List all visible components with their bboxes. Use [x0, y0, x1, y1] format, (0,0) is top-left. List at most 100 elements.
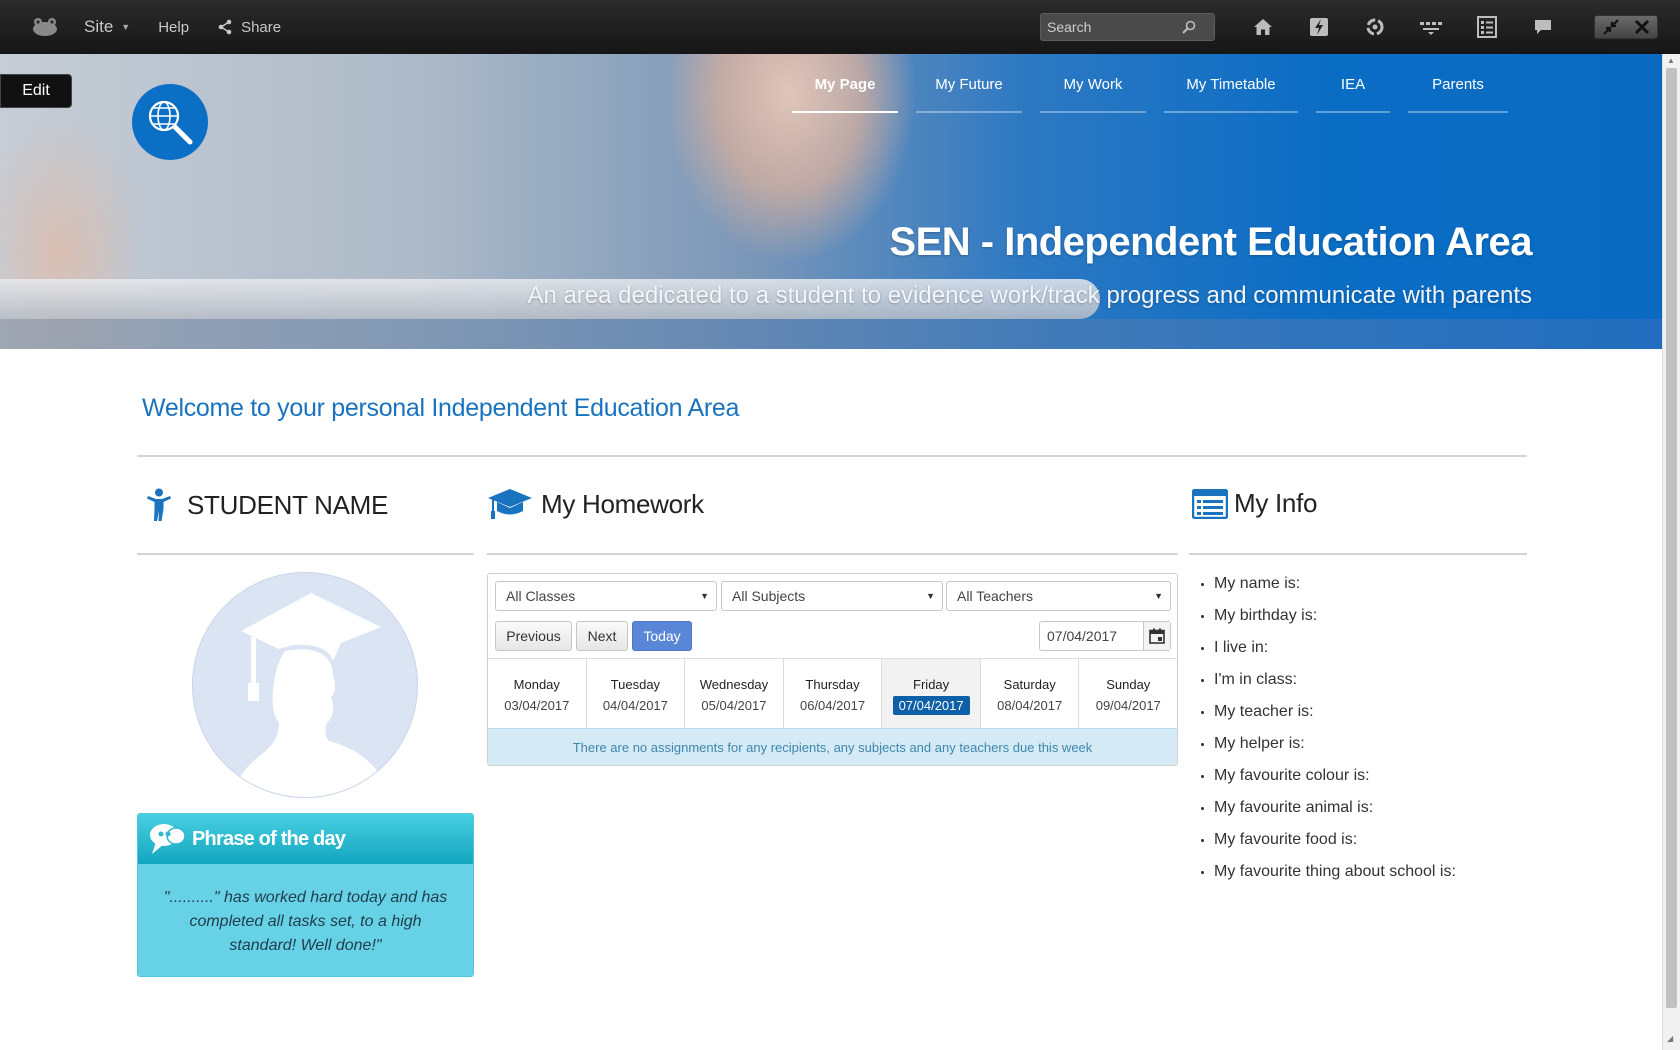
next-button[interactable]: Next — [576, 621, 628, 651]
divider — [1189, 553, 1527, 555]
checklist-button[interactable] — [1459, 0, 1515, 54]
banner-subtitle: An area dedicated to a student to eviden… — [527, 282, 1532, 309]
day-date: 08/04/2017 — [997, 698, 1063, 713]
list-item: My favourite thing about school is: — [1214, 856, 1456, 888]
list-item: I'm in class: — [1214, 664, 1456, 696]
banner-title: SEN - Independent Education Area — [889, 220, 1532, 264]
edit-button[interactable]: Edit — [0, 74, 72, 108]
lightning-icon — [1310, 18, 1328, 36]
scroll-up-arrow-icon[interactable]: ▲ — [1667, 56, 1675, 65]
sync-icon — [1366, 18, 1384, 36]
info-list: My name is: My birthday is: I live in: I… — [1196, 568, 1456, 888]
home-button[interactable] — [1235, 0, 1291, 54]
nav-my-work[interactable]: My Work — [1040, 76, 1146, 113]
week-days-row: Monday 03/04/2017 Tuesday 04/04/2017 Wedne… — [488, 658, 1177, 728]
homework-title: My Homework — [541, 488, 704, 519]
date-picker[interactable]: 07/04/2017 — [1039, 621, 1171, 651]
day-name: Tuesday — [610, 677, 661, 692]
divider — [137, 553, 474, 555]
search-icon[interactable] — [1181, 19, 1197, 35]
resize-grip-icon: ◢ — [1667, 1034, 1674, 1043]
home-icon — [1254, 19, 1272, 35]
help-label: Help — [158, 18, 190, 36]
student-name: STUDENT NAME — [187, 489, 389, 520]
day-cell-thursday[interactable]: Thursday 06/04/2017 — [784, 659, 883, 728]
info-title: My Info — [1234, 488, 1318, 518]
day-name: Thursday — [805, 677, 860, 692]
day-cell-friday[interactable]: Friday 07/04/2017 — [882, 659, 981, 728]
info-heading: My Info — [1192, 488, 1317, 519]
chat-button[interactable] — [1515, 0, 1571, 54]
classes-select[interactable]: All Classes ▼ — [495, 581, 717, 611]
day-date: 09/04/2017 — [1095, 698, 1161, 713]
today-button[interactable]: Today — [632, 621, 692, 651]
phrase-of-the-day-card: Phrase of the day ".........." has worke… — [137, 813, 474, 977]
day-date: 06/04/2017 — [799, 698, 866, 713]
lightning-button[interactable] — [1291, 0, 1347, 54]
help-link[interactable]: Help — [158, 19, 189, 36]
day-name: Monday — [513, 677, 560, 692]
day-name: Sunday — [1106, 677, 1151, 692]
calendar-button[interactable] — [1143, 622, 1170, 650]
teachers-select[interactable]: All Teachers ▼ — [946, 581, 1171, 611]
student-heading: STUDENT NAME — [145, 488, 388, 522]
edit-label: Edit — [22, 82, 50, 99]
globe-magnifier-icon — [148, 100, 193, 145]
toolbar-icons — [1235, 0, 1571, 54]
dropdown-arrow-icon: ▼ — [926, 591, 935, 601]
nav-label: IEA — [1340, 76, 1366, 93]
header-banner: Edit My Page My Future My Work My Timeta… — [0, 54, 1662, 349]
subjects-select[interactable]: All Subjects ▼ — [721, 581, 943, 611]
divider — [137, 455, 1527, 457]
speech-bubbles-icon — [150, 824, 186, 854]
list-item: My name is: — [1214, 568, 1456, 600]
previous-button[interactable]: Previous — [495, 621, 572, 651]
window-controls — [1594, 0, 1680, 54]
nav-label: My Work — [1063, 76, 1123, 93]
day-name: Wednesday — [699, 677, 769, 692]
day-date: 04/04/2017 — [602, 698, 668, 713]
list-item: My birthday is: — [1214, 600, 1456, 632]
graduate-silhouette-icon — [229, 593, 398, 797]
date-value: 07/04/2017 — [1047, 628, 1118, 644]
day-date: 07/04/2017 — [892, 696, 970, 715]
select-value: All Classes — [506, 588, 576, 604]
day-cell-tuesday[interactable]: Tuesday 04/04/2017 — [587, 659, 686, 728]
list-item: My helper is: — [1214, 728, 1456, 760]
frog-logo-icon[interactable] — [30, 17, 60, 37]
day-cell-sunday[interactable]: Sunday 09/04/2017 — [1079, 659, 1177, 728]
share-icon — [218, 19, 232, 35]
nav-my-future[interactable]: My Future — [916, 76, 1022, 113]
day-cell-monday[interactable]: Monday 03/04/2017 — [488, 659, 587, 728]
scrollbar-thumb[interactable] — [1666, 68, 1677, 1008]
nav-label: Parents — [1432, 76, 1484, 93]
day-cell-wednesday[interactable]: Wednesday 05/04/2017 — [685, 659, 784, 728]
site-menu-label: Site — [84, 17, 114, 36]
list-item: My favourite colour is: — [1214, 760, 1456, 792]
close-icon[interactable] — [1634, 19, 1650, 35]
nav-parents[interactable]: Parents — [1408, 76, 1508, 113]
search-input[interactable] — [1041, 19, 1181, 35]
button-label: Next — [587, 628, 617, 644]
minimize-arrows-icon[interactable] — [1602, 18, 1620, 36]
phrase-text: ".........." has worked hard today and h… — [138, 864, 473, 976]
day-name: Friday — [913, 677, 950, 692]
vertical-scrollbar[interactable]: ▲ ◢ — [1662, 54, 1680, 1050]
globe-search-logo[interactable] — [132, 84, 208, 160]
select-value: All Teachers — [957, 588, 1034, 604]
phrase-title: Phrase of the day — [192, 827, 346, 850]
nav-my-page[interactable]: My Page — [792, 76, 898, 113]
sync-button[interactable] — [1347, 0, 1403, 54]
list-item: I live in: — [1214, 632, 1456, 664]
day-cell-saturday[interactable]: Saturday 08/04/2017 — [981, 659, 1080, 728]
nav-iea[interactable]: IEA — [1316, 76, 1390, 113]
share-label: Share — [241, 18, 282, 36]
no-assignments-message: There are no assignments for any recipie… — [488, 728, 1177, 765]
site-menu[interactable]: Site ▼ — [84, 17, 130, 37]
share-button[interactable]: Share — [217, 19, 281, 36]
nav-my-timetable[interactable]: My Timetable — [1164, 76, 1298, 113]
keyboard-button[interactable] — [1403, 0, 1459, 54]
nav-label: My Page — [814, 76, 876, 93]
top-toolbar: Site ▼ Help Share — [0, 0, 1680, 54]
list-item: My favourite animal is: — [1214, 792, 1456, 824]
